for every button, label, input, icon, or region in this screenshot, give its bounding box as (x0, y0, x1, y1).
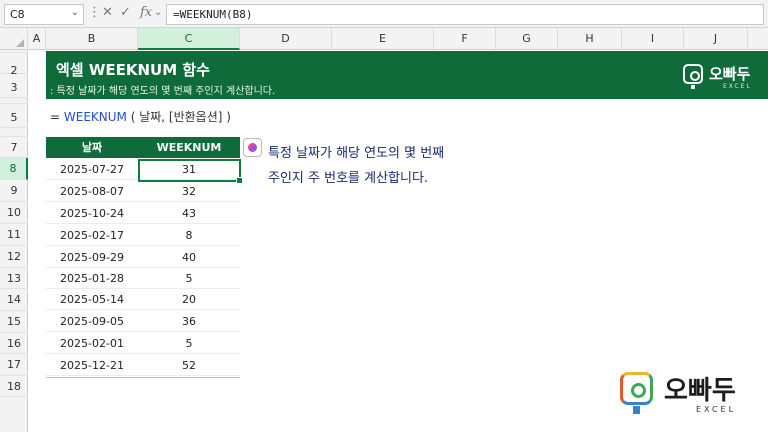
name-box[interactable]: C8 ⌄ (4, 4, 84, 25)
row-header-13[interactable]: 13 (0, 268, 28, 289)
row-header-5[interactable]: 5 (0, 104, 28, 128)
note-line-2: 주인지 주 번호를 계산합니다. (268, 171, 429, 186)
row-header-11[interactable]: 11 (0, 224, 28, 246)
description-note: 특정 날짜가 해당 연도의 몇 번째 주인지 주 번호를 계산합니다. (268, 141, 444, 191)
select-all-corner[interactable] (0, 28, 28, 50)
note-line-1: 특정 날짜가 해당 연도의 몇 번째 (268, 146, 445, 161)
syntax-function-name: WEEKNUM (63, 110, 127, 124)
cancel-icon[interactable]: ✕ (102, 5, 113, 20)
column-header-g[interactable]: G (496, 28, 558, 50)
row-header-14[interactable]: 14 (0, 289, 28, 311)
row-header-16[interactable]: 16 (0, 333, 28, 354)
date-cell[interactable]: 2025-02-17 (46, 225, 138, 246)
function-syntax: = WEEKNUM ( 날짜, [반환옵션] ) (50, 108, 231, 125)
brand-subtitle: EXCEL (696, 405, 737, 414)
weeknum-cell[interactable]: 52 (138, 355, 240, 376)
column-header-e[interactable]: E (332, 28, 434, 50)
weeknum-cell[interactable]: 40 (138, 247, 240, 268)
table-bottom-border (46, 377, 240, 378)
date-cell[interactable]: 2025-05-14 (46, 289, 138, 310)
row-header-17[interactable]: 17 (0, 354, 28, 376)
name-box-value: C8 (10, 8, 25, 21)
table-header-weeknum[interactable]: WEEKNUM (138, 137, 240, 158)
title-banner: 엑셀 WEEKNUM 함수 : 특정 날짜가 해당 연도의 몇 번째 주인지 계… (46, 51, 768, 99)
weeknum-cell[interactable]: 5 (138, 268, 240, 289)
row-header-18[interactable]: 18 (0, 376, 28, 397)
column-header-d[interactable]: D (240, 28, 332, 50)
brand-stand-icon (691, 85, 695, 89)
active-cell-selection[interactable] (138, 159, 243, 184)
date-cell[interactable]: 2025-01-28 (46, 268, 138, 289)
column-header-i[interactable]: I (622, 28, 684, 50)
brand-subtitle: EXCEL (723, 83, 752, 90)
date-cell[interactable]: 2025-10-24 (46, 203, 138, 224)
row-headers: 1 2 3 4 5 6 7 8 9 10 11 12 13 14 15 16 1… (0, 50, 28, 432)
column-header-c[interactable]: C (138, 28, 240, 50)
insert-function-icon[interactable]: fx (140, 5, 152, 20)
chevron-down-icon[interactable]: ⌄ (71, 7, 79, 18)
row-header-7[interactable]: 7 (0, 137, 28, 158)
date-cell[interactable]: 2025-12-21 (46, 355, 138, 376)
copilot-button[interactable] (243, 138, 262, 157)
brand-logo-watermark: 오빠두 EXCEL (618, 370, 758, 420)
date-cell[interactable]: 2025-09-29 (46, 247, 138, 268)
brand-logo-header: 오빠두 EXCEL (683, 62, 761, 92)
brand-camera-icon (620, 372, 653, 405)
weeknum-cell[interactable]: 32 (138, 181, 240, 202)
column-header-b[interactable]: B (46, 28, 138, 50)
formula-bar: C8 ⌄ ⋮ ✕ ✓ fx ⌄ =WEEKNUM(B8) (0, 0, 768, 28)
syntax-prefix: = (50, 110, 64, 124)
page-subtitle: : 특정 날짜가 해당 연도의 몇 번째 주인지 계산합니다. (50, 86, 276, 97)
confirm-icon[interactable]: ✓ (120, 5, 131, 20)
weeknum-cell[interactable]: 43 (138, 203, 240, 224)
weeknum-cell[interactable]: 8 (138, 225, 240, 246)
column-headers: A B C D E F G H I J (0, 28, 768, 50)
table-header-date[interactable]: 날짜 (46, 137, 138, 158)
row-header-10[interactable]: 10 (0, 202, 28, 224)
brand-name: 오빠두 (709, 65, 751, 83)
weeknum-cell[interactable]: 20 (138, 289, 240, 310)
date-cell[interactable]: 2025-08-07 (46, 181, 138, 202)
row-header-8[interactable]: 8 (0, 158, 28, 180)
copilot-icon (248, 143, 257, 152)
row-header-2[interactable]: 2 (0, 53, 28, 77)
row-header-12[interactable]: 12 (0, 246, 28, 268)
page-title: 엑셀 WEEKNUM 함수 (56, 61, 210, 79)
weeknum-cell[interactable]: 36 (138, 311, 240, 332)
column-header-j[interactable]: J (684, 28, 748, 50)
select-all-icon (16, 39, 24, 47)
syntax-args: ( 날짜, [반환옵션] ) (126, 110, 231, 124)
date-cell[interactable]: 2025-02-01 (46, 333, 138, 354)
weeknum-cell[interactable]: 5 (138, 333, 240, 354)
row-header-3[interactable]: 3 (0, 74, 28, 98)
brand-name: 오빠두 (664, 376, 736, 406)
brand-stand-icon (633, 406, 640, 414)
column-header-f[interactable]: F (434, 28, 496, 50)
column-header-a[interactable]: A (28, 28, 46, 50)
date-cell[interactable]: 2025-07-27 (46, 159, 138, 180)
date-cell[interactable]: 2025-09-05 (46, 311, 138, 332)
column-header-h[interactable]: H (558, 28, 622, 50)
brand-camera-icon (683, 64, 703, 84)
more-options-icon[interactable]: ⋮ (88, 5, 101, 20)
row-header-6[interactable]: 6 (0, 128, 28, 137)
row-header-15[interactable]: 15 (0, 311, 28, 333)
row-header-9[interactable]: 9 (0, 180, 28, 202)
expand-chevron-icon[interactable]: ⌄ (154, 7, 162, 18)
formula-input[interactable]: =WEEKNUM(B8) (166, 4, 764, 25)
